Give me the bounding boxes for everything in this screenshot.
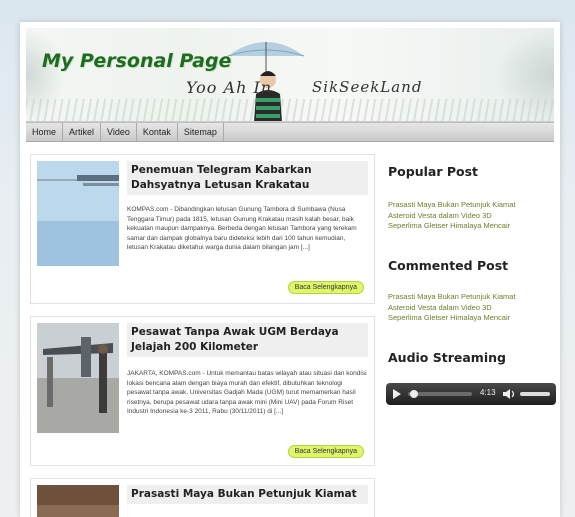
- nav-item-kontak[interactable]: Kontak: [137, 123, 178, 141]
- nav-item-sitemap[interactable]: Sitemap: [178, 123, 224, 141]
- volume-slider[interactable]: [520, 392, 550, 396]
- post-card: Penemuan Telegram Kabarkan Dahsyatnya Le…: [30, 154, 375, 304]
- popular-post-heading: Popular Post: [388, 164, 478, 179]
- audio-seek-knob[interactable]: [410, 390, 419, 398]
- audio-player: 4:13: [386, 383, 556, 405]
- post-thumbnail-telegraph[interactable]: [37, 161, 119, 266]
- header-banner: My Personal Page Yoo Ah In SikSeekLand: [26, 28, 554, 122]
- main-nav: Home Artikel Video Kontak Sitemap: [26, 122, 554, 142]
- maya-tablet-image: [37, 485, 119, 517]
- read-more-button[interactable]: Baca Selengkapnya: [287, 281, 364, 294]
- popular-post-link[interactable]: Prasasti Maya Bukan Petunjuk Kiamat: [388, 200, 548, 211]
- header-tagline-left: Yoo Ah In: [186, 78, 273, 97]
- header-tagline-right: SikSeekLand: [312, 78, 423, 96]
- post-title[interactable]: Pesawat Tanpa Awak UGM Berdaya Jelajah 2…: [127, 323, 368, 357]
- post-title[interactable]: Prasasti Maya Bukan Petunjuk Kiamat: [127, 485, 368, 504]
- post-thumbnail-maya[interactable]: [37, 485, 119, 517]
- telegraph-pole-image: [37, 161, 119, 266]
- uav-aircraft-image: [37, 323, 119, 433]
- volume-icon[interactable]: [502, 388, 516, 400]
- nav-item-home[interactable]: Home: [26, 123, 64, 141]
- audio-streaming-heading: Audio Streaming: [388, 350, 506, 365]
- post-card: Prasasti Maya Bukan Petunjuk Kiamat: [30, 478, 375, 517]
- commented-post-link[interactable]: Seperlima Gletser Himalaya Mencair: [388, 313, 548, 324]
- post-thumbnail-uav[interactable]: [37, 323, 119, 433]
- commented-post-link[interactable]: Prasasti Maya Bukan Petunjuk Kiamat: [388, 292, 548, 303]
- read-more-button[interactable]: Baca Selengkapnya: [287, 445, 364, 458]
- popular-post-link[interactable]: Seperlima Gletser Himalaya Mencair: [388, 221, 548, 232]
- post-title[interactable]: Penemuan Telegram Kabarkan Dahsyatnya Le…: [127, 161, 368, 195]
- page-container: My Personal Page Yoo Ah In SikSeekLand H…: [20, 22, 560, 517]
- nav-item-video[interactable]: Video: [101, 123, 137, 141]
- post-card: Pesawat Tanpa Awak UGM Berdaya Jelajah 2…: [30, 316, 375, 466]
- commented-post-link[interactable]: Asteroid Vesta dalam Video 3D: [388, 303, 548, 314]
- audio-time: 4:13: [480, 388, 496, 397]
- post-excerpt: KOMPAS.com - Dibandingkan letusan Gunung…: [127, 206, 357, 252]
- commented-post-heading: Commented Post: [388, 258, 509, 273]
- popular-post-list: Prasasti Maya Bukan Petunjuk Kiamat Aste…: [388, 200, 548, 232]
- post-excerpt: JAKARTA, KOMPAS.com - Untuk memantau bat…: [127, 370, 367, 416]
- play-icon[interactable]: [392, 388, 402, 400]
- nav-item-artikel[interactable]: Artikel: [63, 123, 102, 141]
- popular-post-link[interactable]: Asteroid Vesta dalam Video 3D: [388, 211, 548, 222]
- commented-post-list: Prasasti Maya Bukan Petunjuk Kiamat Aste…: [388, 292, 548, 324]
- site-title[interactable]: My Personal Page: [42, 50, 231, 72]
